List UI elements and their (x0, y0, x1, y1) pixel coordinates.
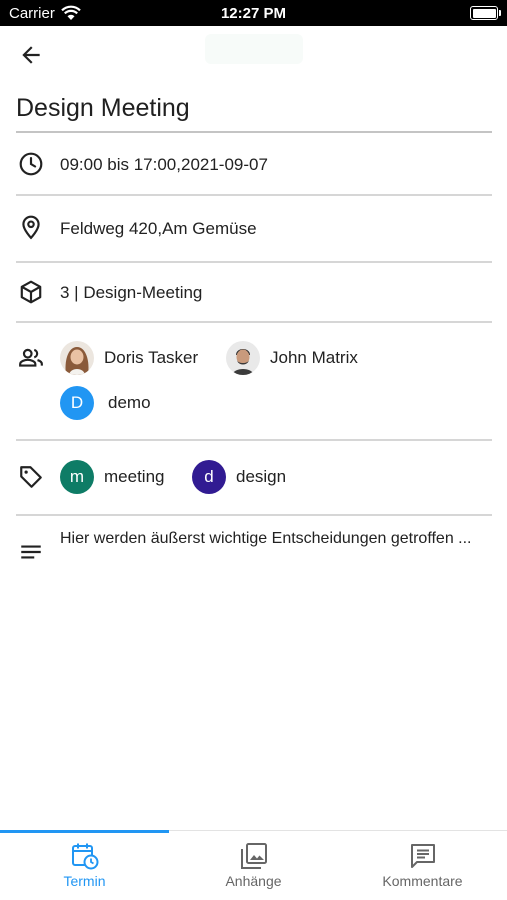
description-text: Hier werden äußerst wichtige Entscheidun… (60, 530, 472, 547)
battery-icon (470, 6, 498, 20)
title-divider (16, 131, 492, 133)
avatar: m (60, 460, 94, 494)
back-button[interactable] (16, 40, 46, 70)
bottom-nav: Termin Anhänge Kommentare (0, 830, 507, 900)
tab-label: Anhänge (225, 873, 282, 889)
avatar (226, 341, 260, 375)
avatar: D (60, 386, 94, 420)
category-text: 3 | Design-Meeting (60, 283, 203, 302)
tag-name: design (236, 467, 287, 486)
tab-anhaenge[interactable]: Anhänge (169, 831, 338, 900)
image-gallery-icon (169, 841, 338, 871)
avatar: d (192, 460, 226, 494)
status-bar: Carrier 12:27 PM (0, 0, 507, 26)
divider (16, 514, 492, 516)
divider (16, 439, 492, 441)
tag-icon (17, 463, 45, 491)
appbar-placeholder (205, 34, 303, 64)
avatar (60, 341, 94, 375)
status-time: 12:27 PM (220, 5, 287, 22)
participant-chip[interactable]: John Matrix (226, 340, 358, 376)
participant-chip[interactable]: Doris Tasker (60, 340, 198, 376)
divider (16, 194, 492, 196)
tag-name: meeting (104, 467, 165, 486)
cube-icon (17, 278, 45, 306)
location-pin-icon (17, 213, 45, 241)
tab-label: Termin (63, 873, 106, 889)
notes-icon (17, 538, 45, 566)
divider (16, 261, 492, 263)
screen: Carrier 12:27 PM Design Meeting 09:00 bi… (0, 0, 507, 900)
battery-cap (499, 10, 501, 16)
participant-chip[interactable]: D demo (60, 385, 151, 421)
people-icon (17, 344, 45, 372)
time-range-text: 09:00 bis 17:00,2021-09-07 (60, 155, 268, 174)
tag-chip[interactable]: d design (192, 459, 286, 495)
tab-kommentare[interactable]: Kommentare (338, 831, 507, 900)
divider (16, 321, 492, 323)
page-title: Design Meeting (16, 94, 190, 122)
tag-chip[interactable]: m meeting (60, 459, 164, 495)
calendar-clock-icon (0, 841, 169, 871)
participant-name: John Matrix (270, 348, 358, 367)
tab-label: Kommentare (382, 873, 463, 889)
participant-name: Doris Tasker (104, 348, 199, 367)
clock-icon (17, 150, 45, 178)
location-text: Feldweg 420,Am Gemüse (60, 219, 257, 238)
arrow-back-icon (22, 46, 40, 64)
tab-termin[interactable]: Termin (0, 831, 169, 900)
participant-name: demo (108, 393, 151, 412)
comment-icon (338, 841, 507, 871)
